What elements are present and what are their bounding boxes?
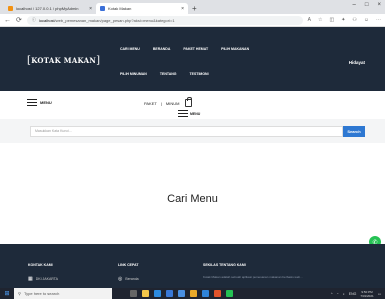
store-icon[interactable] (178, 290, 185, 297)
browser-tab-active[interactable]: Kotak Makan × (96, 3, 188, 14)
menu-toggle-secondary[interactable]: MENU (178, 110, 200, 117)
url-field[interactable]: ⓘ localhost /web_pemesanan_makan/page_pe… (26, 15, 303, 25)
nav-pilih-minuman[interactable]: PILIH MINUMAN (120, 72, 147, 76)
menu-toggle-label: MENU (40, 100, 52, 105)
notification-icon[interactable]: ▭ (378, 292, 381, 296)
hamburger-icon (178, 110, 188, 117)
sub-navigation: MENU PAKET | MINUM MENU (0, 91, 385, 117)
whatsapp-icon[interactable] (226, 290, 233, 297)
url-host: localhost (38, 17, 55, 23)
back-icon[interactable]: ← (4, 17, 11, 24)
separator: | (160, 100, 162, 106)
search-section: Masukkan Kata Kunci... Search (0, 119, 385, 143)
site-header: [KOTAK MAKAN] CARI MENU BERANDA PAKET HE… (0, 27, 385, 91)
page-title: Cari Menu (167, 193, 218, 205)
link-minum[interactable]: MINUM (166, 101, 180, 106)
footer-contact-text: DKI JAKARTA (35, 277, 58, 281)
browser-extensions: A ☆ ◫ ✦ ⚇ ☺ ⋯ (308, 17, 381, 23)
browser-tab-bar: localhost / 127.0.0.1 / phpMyAdmin × Kot… (0, 0, 385, 14)
footer-contact-item: ▦ DKI JAKARTA (28, 276, 58, 282)
favorite-star-icon[interactable]: ☆ (318, 17, 322, 23)
minimize-button[interactable]: – (353, 2, 356, 8)
site-favicon-icon (100, 6, 105, 11)
clock-date: 7/31/2021 (360, 293, 374, 298)
main-menu-row1: CARI MENU BERANDA PAKET HEMAT PILIH MAKA… (120, 47, 249, 51)
tray-chevron-icon[interactable]: ^ (331, 292, 333, 296)
phpmyadmin-favicon-icon (8, 6, 13, 11)
footer-links-heading: LINK CEPAT (118, 263, 139, 267)
category-links: PAKET | MINUM (144, 97, 193, 107)
volume-icon[interactable]: ◖ (343, 292, 345, 296)
task-view-icon[interactable] (130, 290, 137, 297)
hamburger-icon (27, 99, 37, 106)
chrome-icon[interactable] (190, 290, 197, 297)
address-bar-row: ← ⟳ ⓘ localhost /web_pemesanan_makan/pag… (0, 14, 385, 27)
window-controls: – □ × (353, 2, 381, 8)
browser-tab-phpmyadmin[interactable]: localhost / 127.0.0.1 / phpMyAdmin × (4, 3, 96, 14)
footer-contact-heading: KONTAK KAMI (28, 263, 53, 267)
tab-label: localhost / 127.0.0.1 / phpMyAdmin (16, 6, 79, 11)
mail-icon[interactable] (166, 290, 173, 297)
close-tab-icon[interactable]: × (181, 6, 184, 12)
user-name-link[interactable]: Hidayat (349, 60, 365, 65)
file-explorer-icon[interactable] (142, 290, 149, 297)
footer-link-text: Beranda (125, 277, 139, 281)
site-info-icon[interactable]: ⓘ (32, 17, 36, 23)
footer-about-heading: SEKILAS TENTANG KAMI (203, 263, 246, 267)
more-options-icon[interactable]: ⋯ (376, 17, 381, 23)
shopping-bag-icon[interactable] (185, 97, 193, 107)
close-tab-icon[interactable]: × (89, 6, 92, 12)
footer-link-beranda[interactable]: ◎ Beranda (118, 276, 139, 282)
taskbar-search-input[interactable]: ⚲ Type here to search (14, 288, 112, 299)
nav-tentang[interactable]: TENTANG (160, 72, 177, 76)
extension-icon[interactable]: ✦ (341, 17, 345, 23)
tab-label: Kotak Makan (108, 6, 132, 11)
system-tray: ^ ◔ ◖ ENG 9:50 PM 7/31/2021 ▭ (331, 290, 385, 298)
close-window-button[interactable]: × (377, 2, 381, 8)
new-tab-button[interactable]: + (192, 3, 197, 14)
nav-paket-hemat[interactable]: PAKET HEMAT (183, 47, 208, 51)
language-indicator[interactable]: ENG (349, 292, 357, 296)
main-content: Cari Menu (0, 143, 385, 229)
profile-icon[interactable]: ☺ (364, 17, 369, 23)
collections-icon[interactable]: ◫ (329, 17, 334, 23)
site-footer: KONTAK KAMI ▦ DKI JAKARTA LINK CEPAT ◎ B… (0, 244, 385, 288)
windows-taskbar: ⊞ ⚲ Type here to search ^ ◔ ◖ ENG 9:50 P… (0, 288, 385, 299)
footer-about-text: Kotak Makan adalah sebuah aplikasi pemes… (203, 275, 303, 279)
nav-cari-menu[interactable]: CARI MENU (120, 47, 140, 51)
nav-testimoni[interactable]: TESTIMONI (190, 72, 209, 76)
logo-text: KOTAK MAKAN (31, 56, 97, 65)
xampp-icon[interactable] (214, 290, 221, 297)
search-button[interactable]: Search (343, 125, 365, 137)
building-icon: ▦ (28, 276, 33, 282)
url-path: /web_pemesanan_makan/page_pesan.php?aksi… (54, 17, 175, 23)
vscode-icon[interactable] (202, 290, 209, 297)
search-icon: ⚲ (18, 291, 21, 296)
nav-pilih-makanan[interactable]: PILIH MAKANAN (221, 47, 249, 51)
menu-toggle-label: MENU (190, 111, 201, 116)
edge-browser-icon[interactable] (154, 290, 161, 297)
taskbar-search-placeholder: Type here to search (23, 291, 60, 296)
site-logo[interactable]: [KOTAK MAKAN] (27, 55, 100, 66)
circle-arrow-icon: ◎ (118, 276, 123, 282)
reload-icon[interactable]: ⟳ (16, 16, 22, 24)
sync-icon[interactable]: ⚇ (352, 17, 356, 23)
link-paket[interactable]: PAKET (144, 101, 157, 106)
system-clock[interactable]: 9:50 PM 7/31/2021 (360, 290, 373, 298)
menu-toggle[interactable]: MENU (27, 99, 52, 106)
search-input[interactable]: Masukkan Kata Kunci... (30, 125, 343, 137)
network-icon[interactable]: ◔ (336, 292, 338, 296)
maximize-button[interactable]: □ (365, 2, 369, 8)
read-aloud-icon[interactable]: A (308, 17, 311, 23)
main-menu-row2: PILIH MINUMAN TENTANG TESTIMONI (120, 72, 209, 76)
windows-start-icon[interactable]: ⊞ (0, 288, 14, 299)
taskbar-apps (130, 290, 233, 297)
nav-beranda[interactable]: BERANDA (153, 47, 171, 51)
